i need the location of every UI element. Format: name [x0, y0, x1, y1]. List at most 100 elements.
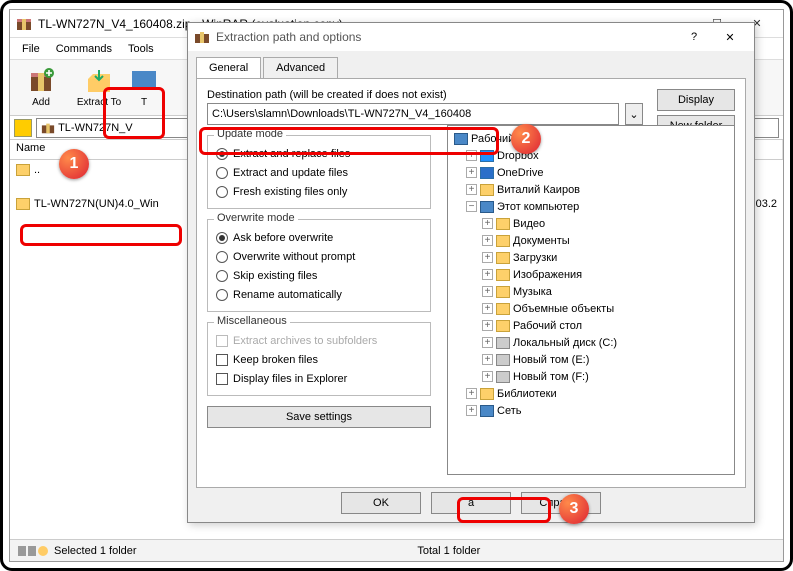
radio-label: Ask before overwrite [233, 232, 333, 244]
ok-button[interactable]: OK [341, 492, 421, 514]
folder-icon [496, 286, 510, 298]
tree-item-videos[interactable]: Видео [513, 218, 545, 230]
menu-commands[interactable]: Commands [48, 41, 120, 57]
overwrite-mode-group: Overwrite mode Ask before overwrite Over… [207, 219, 431, 312]
desktop-icon [454, 133, 468, 145]
test-icon [130, 67, 158, 95]
check-display-explorer[interactable] [216, 373, 228, 385]
radio-fresh-existing[interactable] [216, 186, 228, 198]
archive-add-icon [27, 67, 55, 95]
tab-advanced[interactable]: Advanced [263, 57, 338, 78]
libraries-icon [480, 388, 494, 400]
folder-icon [496, 320, 510, 332]
radio-label: Fresh existing files only [233, 186, 347, 198]
toolbar-add-button[interactable]: Add [14, 62, 68, 114]
destination-label: Destination path (will be created if doe… [207, 89, 735, 101]
toolbar-extract-to-button[interactable]: Extract To [72, 62, 126, 114]
radio-extract-update[interactable] [216, 167, 228, 179]
tree-item-user[interactable]: Виталий Каиров [497, 184, 580, 196]
status-left: Selected 1 folder [54, 545, 417, 557]
tree-item-network[interactable]: Сеть [497, 405, 521, 417]
folder-tree[interactable]: Рабочий стол +Dropbox +OneDrive +Виталий… [447, 125, 735, 475]
extract-icon [85, 67, 113, 95]
drive-icon [496, 354, 510, 366]
tree-collapse-icon[interactable]: − [466, 201, 477, 212]
menu-tools[interactable]: Tools [120, 41, 162, 57]
tree-item-music[interactable]: Музыка [513, 286, 552, 298]
tree-item-thispc[interactable]: Этот компьютер [497, 201, 579, 213]
tree-item-drive-e[interactable]: Новый том (E:) [513, 354, 589, 366]
update-mode-group: Update mode Extract and replace files Ex… [207, 135, 431, 209]
tree-item-libraries[interactable]: Библиотеки [497, 388, 557, 400]
tree-expand-icon[interactable]: + [466, 184, 477, 195]
tree-item-onedrive[interactable]: OneDrive [497, 167, 543, 179]
tree-expand-icon[interactable]: + [482, 371, 493, 382]
dialog-close-button[interactable]: ✕ [712, 31, 748, 44]
tree-item-drive-f[interactable]: Новый том (F:) [513, 371, 589, 383]
network-icon [480, 405, 494, 417]
check-keep-broken[interactable] [216, 354, 228, 366]
folder-icon [496, 218, 510, 230]
archive-icon [41, 121, 55, 135]
folder-icon [496, 269, 510, 281]
annotation-badge-2: 2 [511, 124, 541, 154]
folder-icon [496, 235, 510, 247]
path-text: TL-WN727N_V [58, 122, 133, 134]
user-icon [480, 184, 494, 196]
drive-icon [496, 371, 510, 383]
tree-expand-icon[interactable]: + [466, 388, 477, 399]
update-mode-legend: Update mode [214, 128, 286, 140]
radio-overwrite-noprompt[interactable] [216, 251, 228, 263]
dialog-help-button[interactable]: ? [676, 31, 712, 43]
toolbar-test-button[interactable]: T [130, 62, 158, 114]
radio-ask-before[interactable] [216, 232, 228, 244]
tree-item-documents[interactable]: Документы [513, 235, 570, 247]
display-button[interactable]: Display [657, 89, 735, 111]
radio-skip-existing[interactable] [216, 270, 228, 282]
tree-expand-icon[interactable]: + [466, 150, 477, 161]
radio-rename-auto[interactable] [216, 289, 228, 301]
radio-label: Skip existing files [233, 270, 317, 282]
dialog-buttons: OK а Справка [188, 492, 754, 514]
annotation-badge-1: 1 [59, 149, 89, 179]
tree-item-downloads[interactable]: Загрузки [513, 252, 557, 264]
tree-expand-icon[interactable]: + [482, 252, 493, 263]
up-button[interactable] [14, 119, 32, 137]
tree-item-drive-c[interactable]: Локальный диск (C:) [513, 337, 617, 349]
annotation-badge-3: 3 [559, 494, 589, 524]
tree-item-desktop2[interactable]: Рабочий стол [513, 320, 582, 332]
destination-path-input[interactable]: C:\Users\slamn\Downloads\TL-WN727N_V4_16… [207, 103, 619, 125]
dialog-titlebar: Extraction path and options ? ✕ [188, 23, 754, 51]
radio-extract-replace[interactable] [216, 148, 228, 160]
check-label: Display files in Explorer [233, 373, 347, 385]
tree-expand-icon[interactable]: + [482, 337, 493, 348]
misc-legend: Miscellaneous [214, 315, 290, 327]
cancel-button[interactable]: а [431, 492, 511, 514]
menu-file[interactable]: File [14, 41, 48, 57]
tree-item-3dobjects[interactable]: Объемные объекты [513, 303, 614, 315]
tree-expand-icon[interactable]: + [482, 354, 493, 365]
parent-folder-label: .. [34, 164, 40, 176]
save-settings-button[interactable]: Save settings [207, 406, 431, 428]
folder-icon [16, 198, 30, 210]
check-label: Keep broken files [233, 354, 318, 366]
tree-expand-icon[interactable]: + [482, 235, 493, 246]
tree-expand-icon[interactable]: + [482, 269, 493, 280]
tree-item-pictures[interactable]: Изображения [513, 269, 582, 281]
drive-icon [496, 337, 510, 349]
destination-dropdown-button[interactable]: ⌄ [625, 103, 643, 125]
app-icon [194, 29, 210, 45]
tab-general[interactable]: General [196, 57, 261, 78]
tree-expand-icon[interactable]: + [482, 320, 493, 331]
status-icon [18, 544, 48, 558]
tree-expand-icon[interactable]: + [466, 167, 477, 178]
tree-expand-icon[interactable]: + [466, 405, 477, 416]
app-icon [16, 16, 32, 32]
toolbar-add-label: Add [32, 97, 50, 108]
tree-expand-icon[interactable]: + [482, 286, 493, 297]
tree-expand-icon[interactable]: + [482, 303, 493, 314]
tree-expand-icon[interactable]: + [482, 218, 493, 229]
pc-icon [480, 201, 494, 213]
folder-icon [496, 252, 510, 264]
overwrite-mode-legend: Overwrite mode [214, 212, 298, 224]
